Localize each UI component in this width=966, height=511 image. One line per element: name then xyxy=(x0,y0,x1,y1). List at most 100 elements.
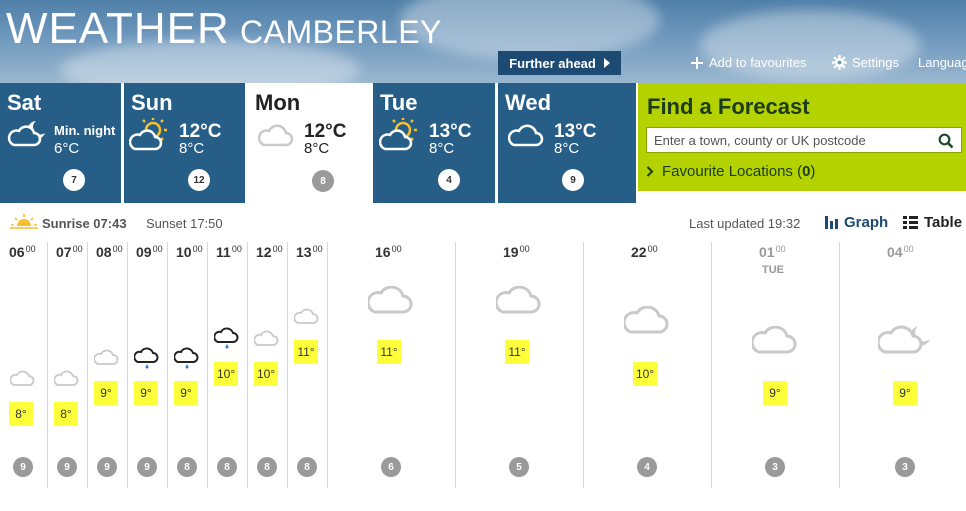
wind-speed: 9 xyxy=(64,461,70,473)
hour-column[interactable]: 0700 8° 9 xyxy=(47,242,87,488)
hour-column[interactable]: 1000 9° 8 xyxy=(167,242,207,488)
bar-chart-icon xyxy=(825,216,838,229)
wind-indicator: 9 xyxy=(13,457,33,477)
day-low-temp: 8°C xyxy=(554,140,580,157)
day-name: Tue xyxy=(380,90,418,115)
hour-temp: 10° xyxy=(254,362,279,386)
wind-indicator: 8 xyxy=(312,170,334,192)
chevron-right-icon xyxy=(646,166,654,177)
hour-temp: 9° xyxy=(763,381,787,405)
location-search-input[interactable] xyxy=(647,128,927,152)
wind-speed: 8 xyxy=(304,461,310,473)
wind-speed: 8 xyxy=(224,461,230,473)
wind-indicator: 7 xyxy=(63,169,85,191)
hour-column[interactable]: 2200 10° 4 xyxy=(583,242,711,488)
hour-column[interactable]: 0400 9° 3 xyxy=(839,242,966,488)
hour-time: 0400 xyxy=(887,244,914,260)
hour-time: 0600 xyxy=(9,244,36,260)
hour-temp: 11° xyxy=(294,340,318,364)
hour-temp: 10° xyxy=(633,362,658,386)
hour-temp: 11° xyxy=(377,340,401,364)
hour-column[interactable]: 1600 11° 6 xyxy=(327,242,455,488)
hour-column[interactable]: 1100 10° 8 xyxy=(207,242,247,488)
light-rain-icon xyxy=(134,347,159,369)
day-tab-tue[interactable]: Tue 13°C 8°C 4 xyxy=(373,83,495,203)
cloud-icon xyxy=(368,286,413,314)
add-favourites-label: Add to favourites xyxy=(709,55,807,70)
hour-temp: 9° xyxy=(94,381,118,405)
plus-icon xyxy=(691,56,703,69)
brand-title[interactable]: WEATHER xyxy=(6,4,230,54)
hour-column[interactable]: 1200 10° 8 xyxy=(247,242,287,488)
graph-view-link[interactable]: Graph xyxy=(824,214,888,231)
hour-column[interactable]: 0800 9° 9 xyxy=(87,242,127,488)
cloud-icon xyxy=(258,124,294,147)
hour-time: 2200 xyxy=(631,244,658,260)
language-link[interactable]: Languag xyxy=(918,55,966,70)
sunset-time: Sunset 17:50 xyxy=(146,216,223,231)
day-tab-wed[interactable]: Wed 13°C 8°C 9 xyxy=(498,83,636,203)
further-ahead-label: Further ahead xyxy=(509,55,596,71)
sunrise-icon xyxy=(10,214,38,229)
settings-label: Settings xyxy=(852,55,899,70)
day-name: Sat xyxy=(7,90,42,115)
hour-column[interactable]: 0100 TUE 9° 3 xyxy=(711,242,839,488)
hour-time: 1300 xyxy=(296,244,323,260)
wind-indicator: 12 xyxy=(188,169,210,191)
hour-temp: 11° xyxy=(505,340,529,364)
play-arrow-icon xyxy=(603,58,610,68)
hour-temp: 9° xyxy=(134,381,158,405)
hourly-forecast-grid: 0600 8° 9 0700 8° 9 0800 9° 9 0900 9° 9 … xyxy=(0,242,966,488)
last-updated: Last updated 19:32 xyxy=(689,216,801,231)
hour-time: 1100 xyxy=(216,244,242,260)
cloud-icon xyxy=(94,349,119,365)
further-ahead-button[interactable]: Further ahead xyxy=(498,51,621,75)
hour-time: 1200 xyxy=(256,244,283,260)
wind-indicator: 4 xyxy=(637,457,657,477)
hour-time: 0900 xyxy=(136,244,163,260)
settings-link[interactable]: Settings xyxy=(832,55,899,70)
light-rain-icon xyxy=(214,327,239,349)
cloud-icon xyxy=(254,330,279,346)
hour-time: 1000 xyxy=(176,244,203,260)
add-favourites-link[interactable]: Add to favourites xyxy=(690,55,807,70)
wind-speed: 9 xyxy=(570,174,576,186)
hour-column[interactable]: 1300 11° 8 xyxy=(287,242,327,488)
day-name: Wed xyxy=(505,90,552,115)
table-view-link[interactable]: Table xyxy=(903,214,962,231)
search-icon[interactable] xyxy=(938,133,954,149)
hour-time: 0800 xyxy=(96,244,123,260)
wind-speed: 4 xyxy=(644,461,650,473)
wind-speed: 4 xyxy=(446,174,452,186)
day-name: Mon xyxy=(255,90,301,115)
hour-time: 0700 xyxy=(56,244,83,260)
light-rain-icon xyxy=(174,347,199,369)
table-icon xyxy=(903,216,918,229)
hour-column[interactable]: 0600 8° 9 xyxy=(1,242,47,488)
hour-temp: 8° xyxy=(54,402,78,426)
day-tab-sun[interactable]: Sun 12°C 8°C 12 xyxy=(124,83,245,203)
cloud-icon xyxy=(294,308,319,324)
wind-speed: 8 xyxy=(264,461,270,473)
day-low-temp: 8°C xyxy=(304,140,330,157)
favourite-locations-link[interactable]: Favourite Locations (0) xyxy=(646,163,815,180)
hour-column[interactable]: 0900 9° 9 xyxy=(127,242,167,488)
hour-column[interactable]: 1900 11° 5 xyxy=(455,242,583,488)
wind-indicator: 9 xyxy=(137,457,157,477)
day-low-temp: 6°C xyxy=(54,140,80,157)
favourites-label: Favourite Locations ( xyxy=(662,163,803,180)
hour-temp: 9° xyxy=(174,381,198,405)
wind-speed: 9 xyxy=(104,461,110,473)
day-low-temp: 8°C xyxy=(179,140,205,157)
wind-speed: 7 xyxy=(71,174,77,186)
day-tab-mon[interactable]: Mon 12°C 8°C 8 xyxy=(248,83,370,203)
wind-speed: 5 xyxy=(516,461,522,473)
wind-speed: 9 xyxy=(20,461,26,473)
wind-indicator: 9 xyxy=(97,457,117,477)
wind-indicator: 6 xyxy=(381,457,401,477)
wind-speed: 6 xyxy=(388,461,394,473)
find-forecast-panel: Find a Forecast Favourite Locations (0) xyxy=(638,83,966,191)
cloud-moon-icon xyxy=(878,325,930,354)
wind-speed: 8 xyxy=(184,461,190,473)
day-tab-sat[interactable]: Sat Min. night 6°C 7 xyxy=(0,83,121,203)
